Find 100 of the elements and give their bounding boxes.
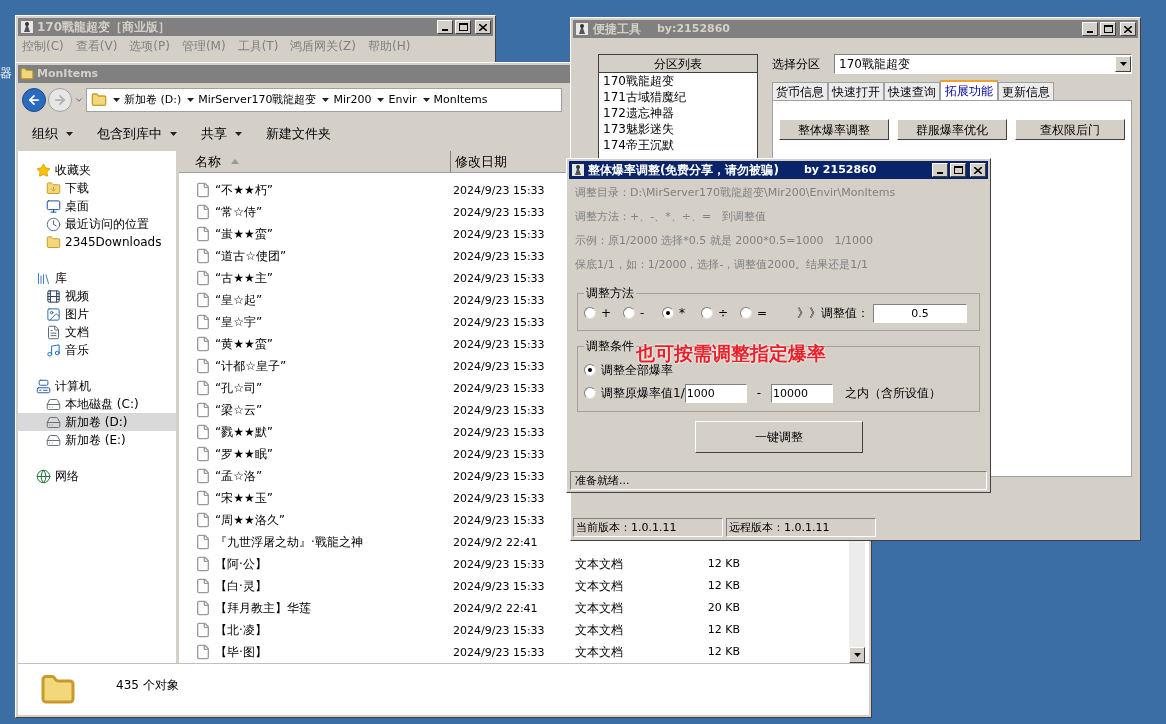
radio-button[interactable] [662, 307, 674, 319]
toolbar-button[interactable]: 新建文件夹 [266, 124, 331, 144]
file-size: 12 KB [706, 577, 740, 594]
nav-item[interactable]: 音乐 [18, 341, 176, 359]
radio-button[interactable] [584, 307, 596, 319]
radio-button[interactable] [623, 307, 635, 319]
maximize-button[interactable] [455, 20, 471, 34]
history-caret-icon [74, 95, 84, 105]
breadcrumb-item[interactable]: Mir200 [322, 91, 372, 109]
file-name[interactable]: “罗★★眠” [215, 447, 273, 461]
file-name[interactable]: “孔☆司” [215, 381, 263, 395]
file-date: 2024/9/23 15:33 [453, 491, 545, 505]
minimize-button[interactable] [932, 163, 948, 177]
tab[interactable]: 更新信息 [998, 82, 1054, 100]
file-name[interactable]: 【阿·公】 [215, 557, 267, 571]
radio-button[interactable] [584, 364, 596, 376]
minimize-button[interactable] [437, 20, 453, 34]
column-header[interactable]: 名称 [179, 151, 451, 172]
breadcrumb-item[interactable]: 新加卷 (D:) [113, 91, 182, 109]
file-name[interactable]: 『九世浮屠之劫』·戰龍之神 [215, 535, 363, 549]
breadcrumb-item[interactable]: Envir [377, 91, 417, 109]
file-name[interactable]: “皇☆宇” [215, 315, 263, 329]
file-name[interactable]: “古★★主” [215, 271, 273, 285]
file-name[interactable]: “常☆侍” [215, 205, 263, 219]
nav-item[interactable]: 收藏夹 [18, 161, 176, 179]
partition-item[interactable]: 174帝王沉默 [599, 137, 757, 153]
group-title: 调整条件 [585, 338, 635, 355]
partition-item[interactable]: 170戰龍超变 [599, 73, 757, 89]
tab[interactable]: 拓展功能 [940, 80, 998, 100]
nav-item[interactable]: 本地磁盘 (C:) [18, 395, 176, 413]
file-name[interactable]: “宋★★玉” [215, 491, 273, 505]
nav-item[interactable]: 桌面 [18, 197, 176, 215]
radio-button[interactable] [701, 307, 713, 319]
partition-item[interactable]: 172遗忘神器 [599, 105, 757, 121]
file-name[interactable]: 【毕·图】 [215, 645, 267, 659]
tab[interactable]: 货币信息 [772, 82, 828, 100]
minimize-button[interactable] [1082, 22, 1098, 36]
file-date: 2024/9/23 15:33 [453, 579, 545, 593]
maximize-icon [953, 166, 963, 174]
partition-select[interactable]: 170戰龍超变 [834, 54, 1132, 74]
back-button[interactable] [22, 88, 46, 112]
adjust-button[interactable]: 一键调整 [694, 421, 863, 453]
file-name[interactable]: “皇☆起” [215, 293, 263, 307]
file-size: 12 KB [706, 555, 740, 572]
file-name[interactable]: “周★★洛久” [215, 513, 285, 527]
document-icon [46, 324, 61, 340]
nav-item[interactable]: 新加卷 (D:) [18, 413, 176, 431]
nav-item[interactable]: 图片 [18, 305, 176, 323]
tool-button[interactable]: 整体爆率调整 [779, 119, 889, 140]
partition-item[interactable]: 171古域猎魔纪 [599, 89, 757, 105]
text-file-icon [195, 314, 211, 330]
file-name[interactable]: “黄★★蛮” [215, 337, 273, 351]
nav-item[interactable]: 下载 [18, 179, 176, 197]
minimize-icon [937, 172, 943, 174]
tool-button[interactable]: 查权限后门 [1015, 119, 1125, 140]
file-name[interactable]: 【拜月教主】华莲 [215, 601, 311, 615]
range-from-field[interactable]: 1000 [684, 383, 747, 403]
toolbar-button[interactable]: 共享 [201, 124, 242, 144]
nav-item[interactable]: 视频 [18, 287, 176, 305]
close-button[interactable] [1120, 22, 1136, 36]
tab[interactable]: 快速查询 [884, 82, 940, 100]
file-name[interactable]: “戮★★默” [215, 425, 273, 439]
radio-button[interactable] [740, 307, 752, 319]
nav-item[interactable]: 计算机 [18, 377, 176, 395]
radio-button[interactable] [584, 387, 596, 399]
tool-button[interactable]: 群服爆率优化 [897, 119, 1007, 140]
app-icon [571, 163, 585, 177]
tab[interactable]: 快速打开 [828, 82, 884, 100]
file-date: 2024/9/23 15:33 [453, 623, 545, 637]
file-name[interactable]: “计都☆皇子” [215, 359, 287, 373]
file-name[interactable]: “孟☆洛” [215, 469, 263, 483]
close-button[interactable] [475, 20, 491, 34]
nav-item[interactable]: 库 [18, 269, 176, 287]
address-bar[interactable]: 新加卷 (D:) MirServer170戰龍超变 Mir200 Envir MonItems [86, 88, 562, 112]
file-name[interactable]: 【白·灵】 [215, 579, 267, 593]
range-to-field[interactable]: 10000 [771, 383, 834, 403]
text-file-icon [195, 248, 211, 264]
file-date: 2024/9/23 15:33 [453, 271, 545, 285]
nav-item[interactable]: 网络 [18, 467, 176, 485]
file-name[interactable]: “不★★朽” [215, 183, 273, 197]
nav-item[interactable]: 最近访问的位置 [18, 215, 176, 233]
drive-icon [46, 414, 61, 430]
maximize-button[interactable] [1100, 22, 1116, 36]
maximize-button[interactable] [950, 163, 966, 177]
nav-item[interactable]: 文档 [18, 323, 176, 341]
file-name[interactable]: “道古☆使团” [215, 249, 287, 263]
file-date: 2024/9/23 15:33 [453, 557, 545, 571]
nav-item[interactable]: 新加卷 (E:) [18, 431, 176, 449]
close-button[interactable] [970, 163, 986, 177]
file-name[interactable]: “梁☆云” [215, 403, 263, 417]
partition-item[interactable]: 173魅影迷失 [599, 121, 757, 137]
info-text: 调整方法：+、-、*、÷、= 到调整值 [575, 209, 768, 225]
breadcrumb-item[interactable]: MirServer170戰龍超变 [187, 91, 317, 109]
file-name[interactable]: “蚩★★蛮” [215, 227, 273, 241]
value-field[interactable]: 0.5 [873, 303, 967, 323]
file-name[interactable]: 【北·凌】 [215, 623, 267, 637]
breadcrumb-item[interactable]: MonItems [422, 91, 488, 109]
nav-item[interactable]: 2345Downloads [18, 233, 176, 251]
toolbar-button[interactable]: 包含到库中 [97, 124, 177, 144]
toolbar-button[interactable]: 组织 [32, 124, 73, 144]
